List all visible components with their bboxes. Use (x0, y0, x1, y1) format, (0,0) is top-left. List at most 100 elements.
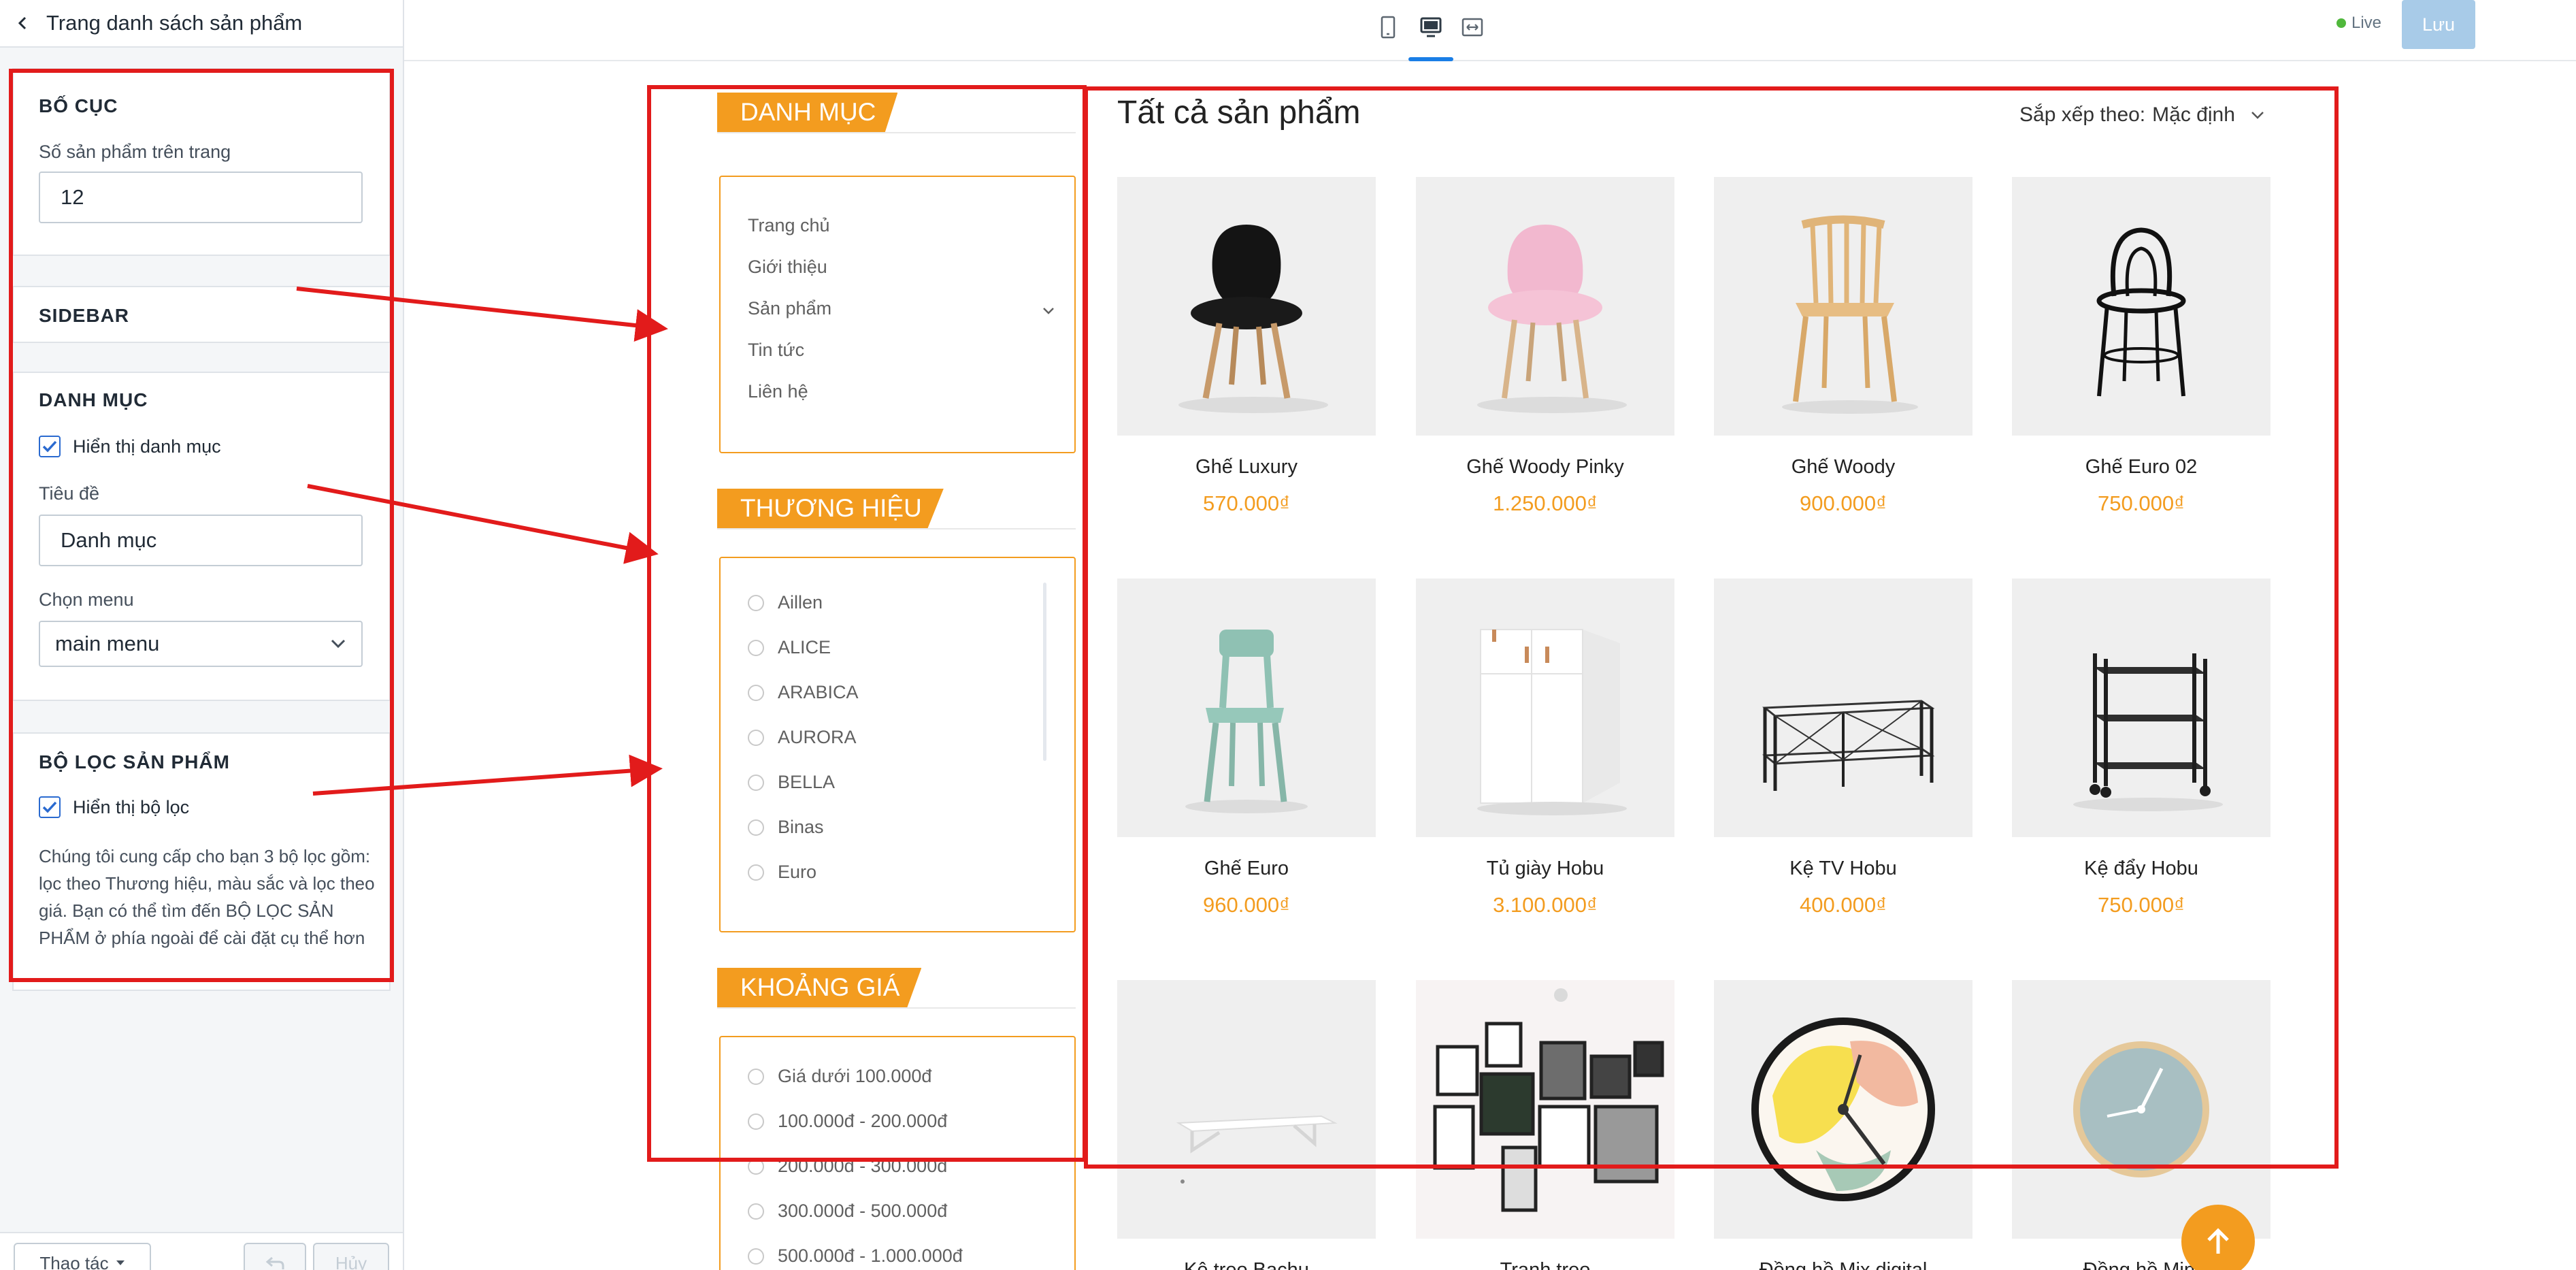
product-card[interactable]: Ghế Woody Pinky 1.250.000₫ (1416, 177, 1674, 515)
product-card[interactable]: Ghế Luxury 570.000₫ (1117, 177, 1376, 515)
radio[interactable] (748, 729, 764, 746)
menu-item-home[interactable]: Trang chủ (748, 215, 830, 236)
product-image[interactable] (1714, 177, 1972, 436)
radio[interactable] (748, 1203, 764, 1220)
brand-option[interactable]: BELLA (748, 772, 835, 793)
menu-item-news[interactable]: Tin tức (748, 340, 804, 361)
chevron-down-icon (331, 639, 346, 649)
brand-option[interactable]: ALICE (748, 637, 831, 658)
menu-select[interactable]: main menu (39, 621, 363, 667)
products-title: Tất cả sản phẩm (1117, 95, 1361, 131)
brand-option[interactable]: Euro (748, 862, 816, 883)
price-option[interactable]: 300.000đ - 500.000đ (748, 1201, 947, 1222)
menu-item-products[interactable]: Sản phẩm (748, 298, 831, 319)
filter-description: Chúng tôi cung cấp cho bạn 3 bộ lọc gồm:… (39, 846, 375, 948)
product-card[interactable]: Đồng hồ Mix digital (1714, 980, 1972, 1270)
category-title-input[interactable]: Danh mục (39, 515, 363, 566)
brand-scrollbar[interactable] (1043, 583, 1046, 761)
product-card[interactable]: Ghế Woody 900.000₫ (1714, 177, 1972, 515)
price-option[interactable]: 500.000đ - 1.000.000đ (748, 1245, 963, 1267)
brand-option[interactable]: AURORA (748, 727, 857, 748)
sort-dropdown[interactable]: Sắp xếp theo: Mặc định (2019, 103, 2265, 127)
product-name[interactable]: Ghế Woody (1714, 456, 1972, 478)
product-name[interactable]: Ghế Euro (1117, 858, 1376, 880)
product-card[interactable]: Kệ TV Hobu 400.000₫ (1714, 579, 1972, 917)
chevron-down-icon[interactable] (1042, 306, 1055, 316)
live-status: Live (2336, 14, 2381, 33)
category-section-heading: DANH MỤC (717, 93, 898, 132)
show-category-checkbox-row[interactable]: Hiển thị danh mục (39, 436, 221, 457)
brand-option[interactable]: Binas (748, 817, 824, 838)
radio[interactable] (748, 1068, 764, 1085)
product-card[interactable]: Tranh treo (1416, 980, 1674, 1270)
product-image[interactable] (1117, 579, 1376, 837)
product-name[interactable]: Kệ đẩy Hobu (2012, 858, 2270, 880)
show-filter-checkbox-row[interactable]: Hiển thị bộ lọc (39, 796, 189, 818)
back-button[interactable] (0, 0, 46, 47)
desktop-view-button[interactable] (1415, 11, 1447, 44)
radio[interactable] (748, 1248, 764, 1265)
product-image[interactable] (2012, 579, 2270, 837)
mobile-icon (1381, 16, 1396, 39)
product-name[interactable]: Ghế Luxury (1117, 456, 1376, 478)
price-option-label: 100.000đ - 200.000đ (778, 1111, 948, 1131)
product-card[interactable]: Đồng hồ Mini (2012, 980, 2270, 1270)
product-image[interactable] (1117, 980, 1376, 1239)
chevron-down-icon (2251, 112, 2264, 119)
product-card[interactable]: Ghế Euro 960.000₫ (1117, 579, 1376, 917)
save-button[interactable]: Lưu (2402, 0, 2475, 49)
product-image[interactable] (1416, 980, 1674, 1239)
show-filter-label: Hiển thị bộ lọc (73, 796, 190, 817)
mobile-view-button[interactable] (1372, 11, 1404, 44)
product-image[interactable] (1416, 177, 1674, 436)
product-image[interactable] (1714, 980, 1972, 1239)
price-option-label: 200.000đ - 300.000đ (778, 1156, 948, 1176)
undo-button[interactable] (244, 1243, 306, 1270)
product-image[interactable] (2012, 980, 2270, 1239)
product-price: 3.100.000₫ (1493, 893, 1598, 917)
menu-item-contact[interactable]: Liên hệ (748, 381, 808, 402)
show-filter-checkbox[interactable] (39, 796, 61, 818)
per-page-input[interactable]: 12 (39, 172, 363, 223)
radio[interactable] (748, 594, 764, 611)
menu-item-about[interactable]: Giới thiệu (748, 257, 827, 278)
radio[interactable] (748, 639, 764, 656)
product-name[interactable]: Ghế Euro 02 (2012, 456, 2270, 478)
fullscreen-view-button[interactable] (1456, 11, 1489, 44)
product-card[interactable]: Kệ đẩy Hobu 750.000₫ (2012, 579, 2270, 917)
price-option[interactable]: 100.000đ - 200.000đ (748, 1111, 947, 1132)
product-card[interactable]: Tủ giày Hobu 3.100.000₫ (1416, 579, 1674, 917)
panel-title: Trang danh sách sản phẩm (46, 11, 303, 35)
product-name[interactable]: Kệ TV Hobu (1714, 858, 1972, 880)
radio[interactable] (748, 774, 764, 791)
cancel-button[interactable]: Hủy (313, 1243, 389, 1270)
product-name[interactable]: Tranh treo (1416, 1259, 1674, 1270)
brand-filter-box: Aillen ALICE ARABICA AURORA BELLA Binas … (719, 557, 1076, 932)
product-image[interactable] (1416, 579, 1674, 837)
radio[interactable] (748, 864, 764, 881)
checkmark-icon (42, 440, 57, 453)
divider (717, 528, 1076, 530)
product-image[interactable] (2012, 177, 2270, 436)
radio[interactable] (748, 1158, 764, 1175)
brand-option[interactable]: ARABICA (748, 682, 859, 703)
radio[interactable] (748, 1113, 764, 1130)
caret-down-icon (116, 1260, 125, 1265)
show-category-checkbox[interactable] (39, 436, 61, 457)
price-option[interactable]: Giá dưới 100.000đ (748, 1066, 931, 1087)
radio[interactable] (748, 684, 764, 701)
product-name[interactable]: Đồng hồ Mix digital (1714, 1259, 1972, 1270)
product-card[interactable]: Ghế Euro 02 750.000₫ (2012, 177, 2270, 515)
product-name[interactable]: Tủ giày Hobu (1416, 858, 1674, 880)
brand-option[interactable]: Aillen (748, 592, 823, 613)
product-name[interactable]: Kệ treo Bachu (1117, 1259, 1376, 1270)
product-name[interactable]: Ghế Woody Pinky (1416, 456, 1674, 478)
radio[interactable] (748, 819, 764, 836)
price-filter-box: Giá dưới 100.000đ 100.000đ - 200.000đ 20… (719, 1036, 1076, 1270)
layout-card: BỐ CỤC Số sản phẩm trên trang 12 (12, 68, 391, 256)
product-image[interactable] (1714, 579, 1972, 837)
actions-button[interactable]: Thao tác (14, 1243, 151, 1270)
product-image[interactable] (1117, 177, 1376, 436)
product-card[interactable]: Kệ treo Bachu (1117, 980, 1376, 1270)
price-option[interactable]: 200.000đ - 300.000đ (748, 1156, 947, 1177)
